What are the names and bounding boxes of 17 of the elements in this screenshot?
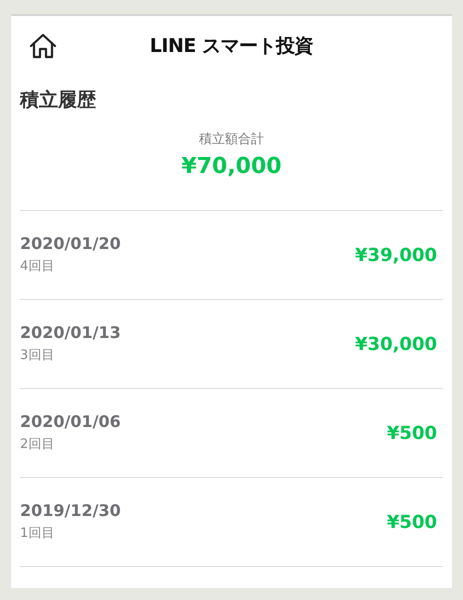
entry-date: 2020/01/06 (20, 411, 121, 433)
app-title: LINE スマート投資 (150, 34, 314, 59)
entry-amount: ¥500 (386, 422, 437, 446)
entry-date: 2019/12/30 (20, 500, 121, 522)
entry-amount: ¥500 (386, 510, 437, 534)
home-icon[interactable] (29, 33, 57, 59)
entry-date: 2020/01/20 (20, 233, 121, 255)
summary-amount: ¥70,000 (181, 153, 282, 181)
entry-amount: ¥30,000 (355, 332, 437, 356)
summary-label: 積立額合計 (199, 131, 264, 149)
entry-count: 3回目 (20, 347, 56, 365)
entry-amount: ¥39,000 (355, 244, 437, 268)
entry-count: 2回目 (20, 436, 56, 454)
page-title: 積立履歴 (20, 88, 97, 113)
entry-count: 4回目 (20, 258, 56, 276)
entry-date: 2020/01/13 (20, 322, 121, 344)
entry-count: 1回目 (20, 525, 56, 543)
